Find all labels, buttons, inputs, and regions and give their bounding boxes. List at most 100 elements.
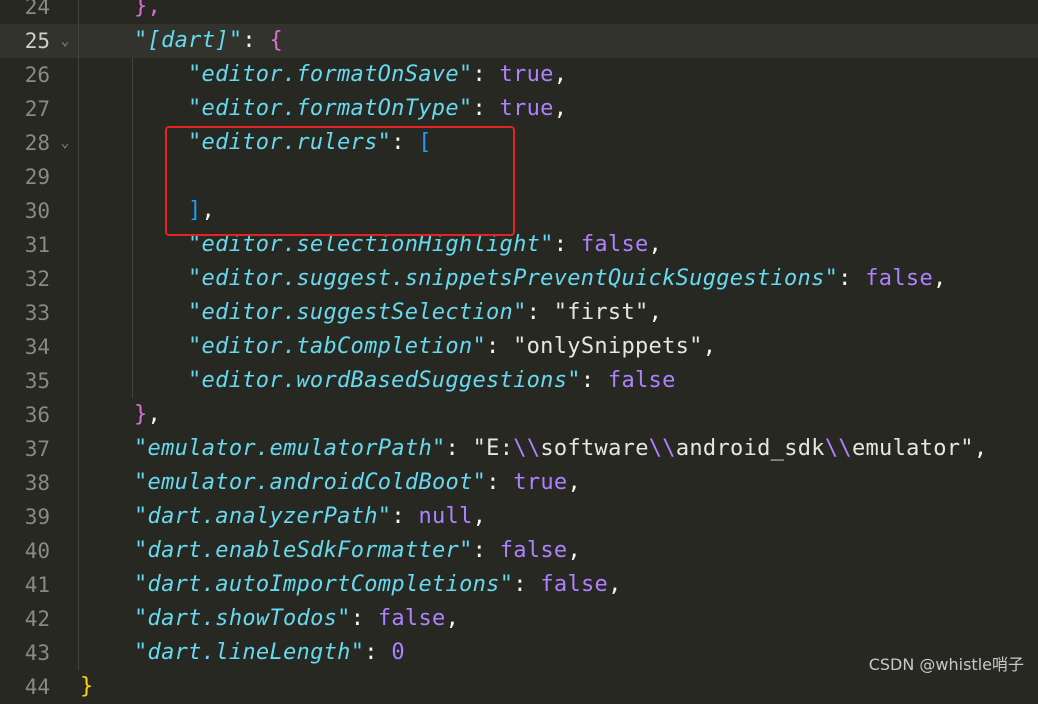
indent-guide [132,58,133,92]
code-token: 0 [391,640,405,665]
code-text[interactable]: "emulator.androidColdBoot": true, [134,466,581,500]
line-number: 39 [24,505,50,529]
line-number: 29 [24,165,50,189]
code-text[interactable]: "emulator.emulatorPath": "E:\\software\\… [134,432,987,466]
indent-guide [132,364,133,398]
code-token: : [242,28,270,53]
code-line[interactable]: 37 "emulator.emulatorPath": "E:\\software… [0,432,1038,466]
code-text[interactable]: "editor.wordBasedSuggestions": false [188,364,676,398]
code-line[interactable]: 44} [0,670,1038,704]
indent-guide [78,194,79,228]
code-token: "dart.autoImportCompletions" [134,572,514,597]
code-token: : [350,606,378,631]
indent-guide [78,126,79,160]
code-token: , [567,538,582,563]
code-token: true [499,62,554,87]
code-line[interactable]: 40 "dart.enableSdkFormatter": false, [0,534,1038,568]
code-token: , [567,470,582,495]
code-token: , [553,96,568,121]
line-number: 26 [24,63,50,87]
code-line[interactable]: 31 "editor.selectionHighlight": false, [0,228,1038,262]
code-line[interactable]: 41 "dart.autoImportCompletions": false, [0,568,1038,602]
indent-guide [78,228,79,262]
code-token: "editor.suggest.snippetsPreventQuickSugg… [188,266,839,291]
code-line[interactable]: 30], [0,194,1038,228]
code-text[interactable]: "dart.autoImportCompletions": false, [134,568,622,602]
indent-guide [132,92,133,126]
code-line[interactable]: 34 "editor.tabCompletion": "onlySnippets"… [0,330,1038,364]
indent-guide [78,296,79,330]
code-token: , [147,402,162,427]
code-line[interactable]: 42 "dart.showTodos": false, [0,602,1038,636]
code-token: : [472,538,500,563]
code-token: } [134,402,148,427]
code-text[interactable]: "dart.lineLength": 0 [134,636,405,670]
code-line[interactable]: 36}, [0,398,1038,432]
line-number: 30 [24,199,50,223]
code-text[interactable]: "editor.suggest.snippetsPreventQuickSugg… [188,262,947,296]
watermark: CSDN @whistle哨子 [868,655,1024,674]
line-number: 25 [24,29,50,53]
code-text[interactable]: } [80,670,94,704]
code-token: true [513,470,568,495]
code-token: : [486,470,514,495]
code-text[interactable]: "editor.suggestSelection": "first", [188,296,662,330]
code-token: : [472,96,500,121]
code-token: "editor.wordBasedSuggestions" [188,368,581,393]
code-token: "editor.formatOnType" [188,96,473,121]
code-text[interactable]: }, [134,0,161,24]
code-text[interactable]: "editor.formatOnType": true, [188,92,567,126]
fold-chevron-icon[interactable]: ⌄ [58,24,72,58]
code-line[interactable]: 24}, [0,0,1038,24]
code-token: , [472,504,487,529]
code-token: } [80,674,94,699]
code-token: , [702,334,717,359]
code-text[interactable]: "editor.formatOnSave": true, [188,58,567,92]
code-line[interactable]: 39 "dart.analyzerPath": null, [0,500,1038,534]
code-text[interactable]: "dart.analyzerPath": null, [134,500,486,534]
indent-guide [78,636,79,670]
indent-guide [78,568,79,602]
code-text[interactable]: "dart.enableSdkFormatter": false, [134,534,581,568]
code-token: null [418,504,473,529]
code-line[interactable]: 38 "emulator.androidColdBoot": true, [0,466,1038,500]
code-token: android_sdk [675,436,825,461]
indent-guide [132,126,133,160]
indent-guide [78,0,79,24]
line-number: 28 [24,131,50,155]
line-number: 31 [24,233,50,257]
code-token: , [608,572,622,597]
indent-guide [78,432,79,466]
code-line[interactable]: 28 ⌄ "editor.rulers": [ [0,126,1038,160]
code-token: "[dart]" [134,28,243,53]
code-line[interactable]: 27 "editor.formatOnType": true, [0,92,1038,126]
code-token: : [364,640,392,665]
fold-chevron-icon[interactable]: ⌄ [58,126,72,160]
code-text[interactable]: }, [134,398,161,432]
code-text[interactable]: "editor.tabCompletion": "onlySnippets", [188,330,716,364]
code-line[interactable]: 32 "editor.suggest.snippetsPreventQuickSu… [0,262,1038,296]
code-token: , [445,606,460,631]
code-line[interactable]: 35 "editor.wordBasedSuggestions": false [0,364,1038,398]
indent-guide [78,364,79,398]
code-token: \\ [648,436,676,461]
code-token: , [973,436,988,461]
line-number: 24 [24,0,50,19]
red-highlight-box [165,126,515,236]
indent-guide [132,194,133,228]
code-text[interactable]: "dart.showTodos": false, [134,602,459,636]
code-line[interactable]: 25 ⌄ "[dart]": { [0,24,1038,58]
indent-guide [78,262,79,296]
code-token: "dart.lineLength" [134,640,365,665]
line-number: 37 [24,437,50,461]
code-token: "dart.enableSdkFormatter" [134,538,473,563]
code-text[interactable]: "[dart]": { [134,24,283,58]
code-line[interactable]: 26 "editor.formatOnSave": true, [0,58,1038,92]
code-token: : [472,62,500,87]
indent-guide [132,262,133,296]
code-token: emulator" [851,436,974,461]
code-line[interactable]: 33 "editor.suggestSelection": "first", [0,296,1038,330]
code-line[interactable]: 29 [0,160,1038,194]
indent-guide [78,92,79,126]
indent-guide [78,602,79,636]
